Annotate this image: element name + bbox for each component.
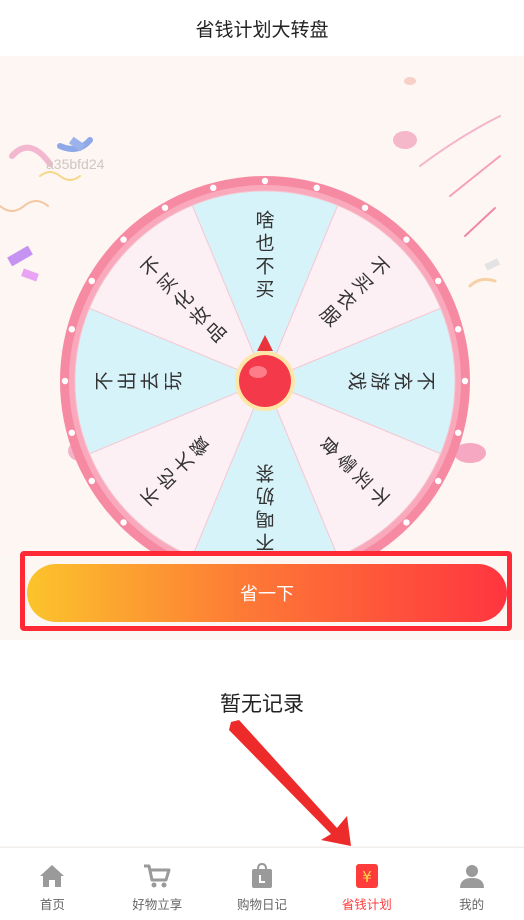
prize-wheel[interactable]: 啥也不买不买衣服不充游戏不买零食不喝奶茶不吃大餐不出去玩不买化妆品	[55, 171, 475, 556]
shopping-bag-icon	[247, 862, 277, 890]
rim-light	[454, 326, 462, 333]
svg-text:戏: 戏	[346, 371, 368, 390]
rim-light	[120, 236, 127, 243]
svg-text:奶: 奶	[255, 485, 274, 507]
tab-home[interactable]: 首页	[0, 848, 105, 920]
svg-text:出: 出	[117, 371, 139, 390]
tab-label: 好物立享	[132, 897, 183, 912]
savings-plan-icon: ¥	[352, 862, 382, 890]
user-icon	[457, 862, 487, 890]
tab-savings-plan[interactable]: ¥ 省钱计划	[314, 848, 419, 920]
rim-light	[403, 236, 410, 243]
tab-good-deals[interactable]: 好物立享	[105, 848, 210, 920]
rim-light	[161, 204, 169, 211]
page-header: 省钱计划大转盘	[0, 0, 524, 56]
tab-label: 我的	[459, 897, 485, 912]
wheel-segment-label: 不充游戏	[346, 371, 437, 390]
svg-text:不: 不	[255, 531, 274, 553]
home-icon	[37, 862, 67, 890]
svg-text:去: 去	[140, 371, 162, 390]
rim-light	[68, 326, 76, 333]
cart-icon	[142, 862, 172, 890]
rim-light	[88, 477, 95, 485]
svg-text:充: 充	[392, 371, 414, 390]
rim-light	[120, 519, 127, 526]
rim-light	[361, 204, 369, 211]
svg-text:¥: ¥	[362, 868, 372, 886]
wheel-segment-label: 啥也不买	[255, 210, 274, 301]
svg-text:喝: 喝	[255, 508, 274, 530]
spin-button[interactable]: 省一下	[27, 564, 507, 622]
tab-label: 购物日记	[236, 897, 287, 912]
rim-light	[61, 377, 69, 385]
svg-text:不: 不	[94, 371, 116, 390]
bottom-tab-bar: 首页 好物立享 购物日记 ¥ 省钱计划 我的	[0, 847, 524, 920]
rim-light	[435, 277, 442, 285]
svg-text:不: 不	[255, 256, 274, 278]
rim-light	[261, 177, 269, 185]
svg-text:也: 也	[255, 233, 274, 255]
page-title: 省钱计划大转盘	[195, 18, 329, 41]
svg-text:游: 游	[369, 371, 391, 390]
empty-records-text: 暂无记录	[220, 692, 304, 716]
wheel-segment-label: 不喝奶茶	[255, 462, 274, 553]
pointer-arrow-annotation	[229, 720, 351, 846]
rim-light	[313, 184, 320, 192]
wheel-segment-label: 不出去玩	[94, 371, 185, 390]
rim-light	[68, 429, 76, 436]
svg-text:不: 不	[415, 371, 437, 390]
tab-profile[interactable]: 我的	[419, 848, 524, 920]
tab-shopping-diary[interactable]: 购物日记	[210, 848, 315, 920]
svg-text:玩: 玩	[163, 371, 185, 390]
rim-light	[403, 519, 410, 526]
svg-text:买: 买	[255, 279, 274, 301]
rim-light	[88, 277, 95, 285]
tab-label: 首页	[39, 897, 65, 912]
pointer-shine	[249, 366, 267, 378]
watermark-text: a35bfd24	[46, 156, 105, 172]
pointer-ball	[239, 355, 291, 407]
rim-light	[461, 377, 469, 385]
svg-text:茶: 茶	[255, 462, 274, 484]
rim-light	[454, 429, 462, 436]
wheel-stage: a35bfd24 啥也不买不买衣服不充游戏不买零食不喝奶茶不吃大餐不出去玩不买化…	[0, 56, 524, 556]
rim-light	[210, 184, 217, 192]
rim-light	[435, 477, 442, 485]
tab-label: 省钱计划	[341, 897, 392, 912]
svg-text:啥: 啥	[255, 210, 274, 232]
